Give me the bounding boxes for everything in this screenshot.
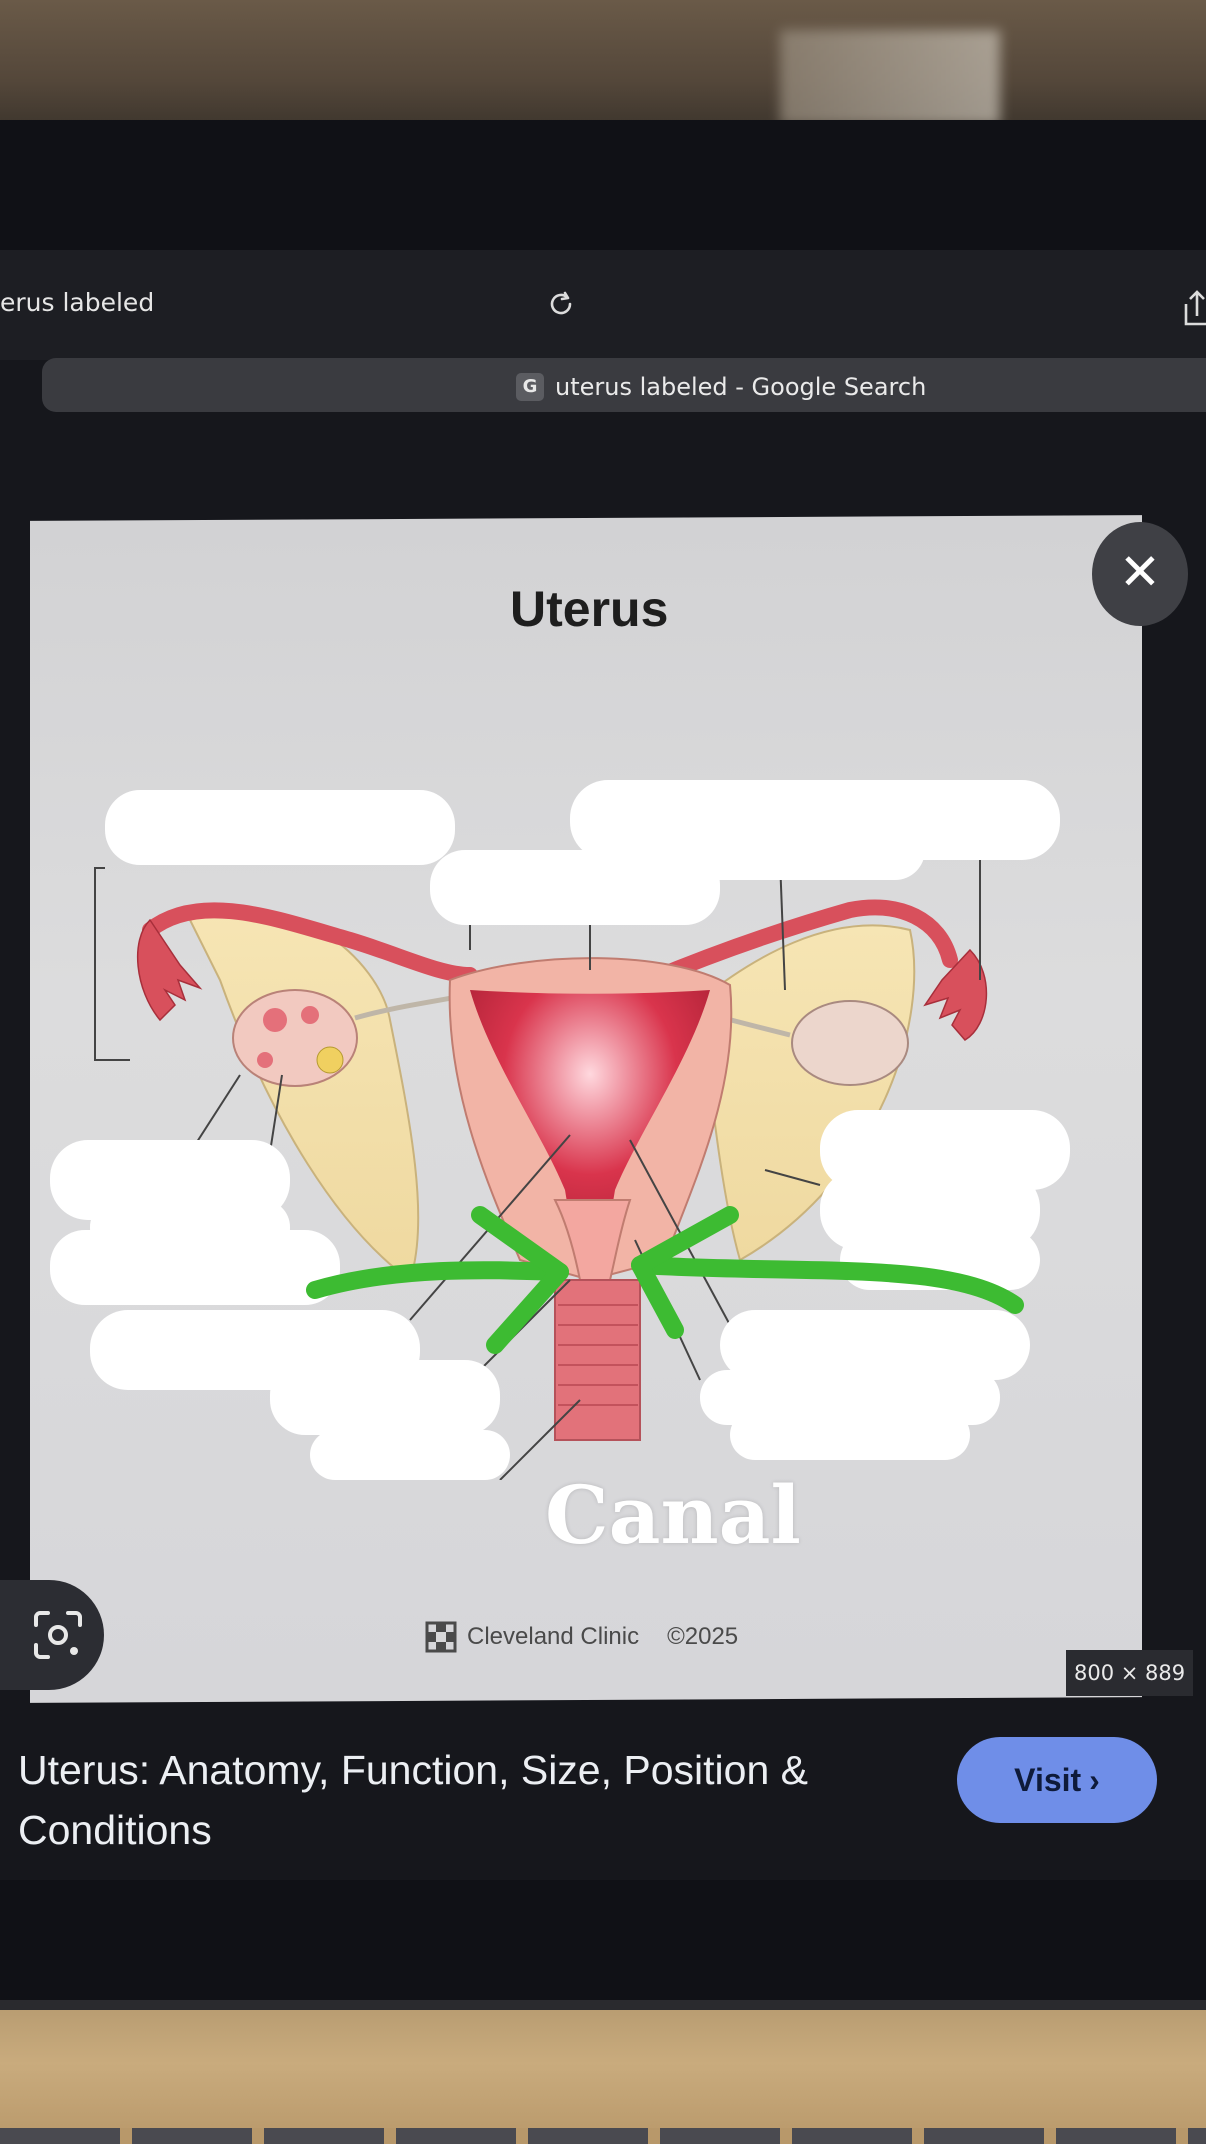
share-icon[interactable] (1180, 288, 1206, 328)
background-light (780, 30, 1000, 125)
ovary-left (232, 989, 358, 1087)
cleveland-clinic-logo-icon (425, 1621, 457, 1653)
result-title[interactable]: Uterus: Anatomy, Function, Size, Positio… (18, 1740, 938, 1860)
diagram-title: Uterus (510, 581, 669, 637)
uterus-diagram (50, 780, 1070, 1480)
tab-title[interactable]: uterus labeled - Google Search (555, 373, 926, 401)
image-dimensions: 800 × 889 (1066, 1650, 1194, 1696)
google-favicon-icon: G (516, 373, 544, 401)
visit-button[interactable]: Visit › (957, 1737, 1157, 1823)
desk-surface (0, 2010, 1206, 2144)
overlay-word-canal: Canal (545, 1468, 801, 1562)
image-credit: Cleveland Clinic ©2025 (425, 1620, 738, 1654)
credit-year: ©2025 (667, 1623, 739, 1650)
address-text[interactable]: erus labeled (0, 288, 154, 317)
ovary-right (791, 1000, 909, 1086)
credit-brand: Cleveland Clinic (467, 1623, 640, 1650)
lens-icon[interactable] (28, 1605, 88, 1665)
keyboard-row (0, 2128, 1206, 2144)
background-wall (0, 0, 1206, 135)
reload-icon[interactable] (545, 288, 577, 320)
address-bar[interactable] (0, 250, 1206, 360)
close-icon[interactable]: ✕ (1092, 522, 1188, 626)
chevron-right-icon: › (1089, 1762, 1100, 1798)
visit-label: Visit (1014, 1762, 1082, 1798)
